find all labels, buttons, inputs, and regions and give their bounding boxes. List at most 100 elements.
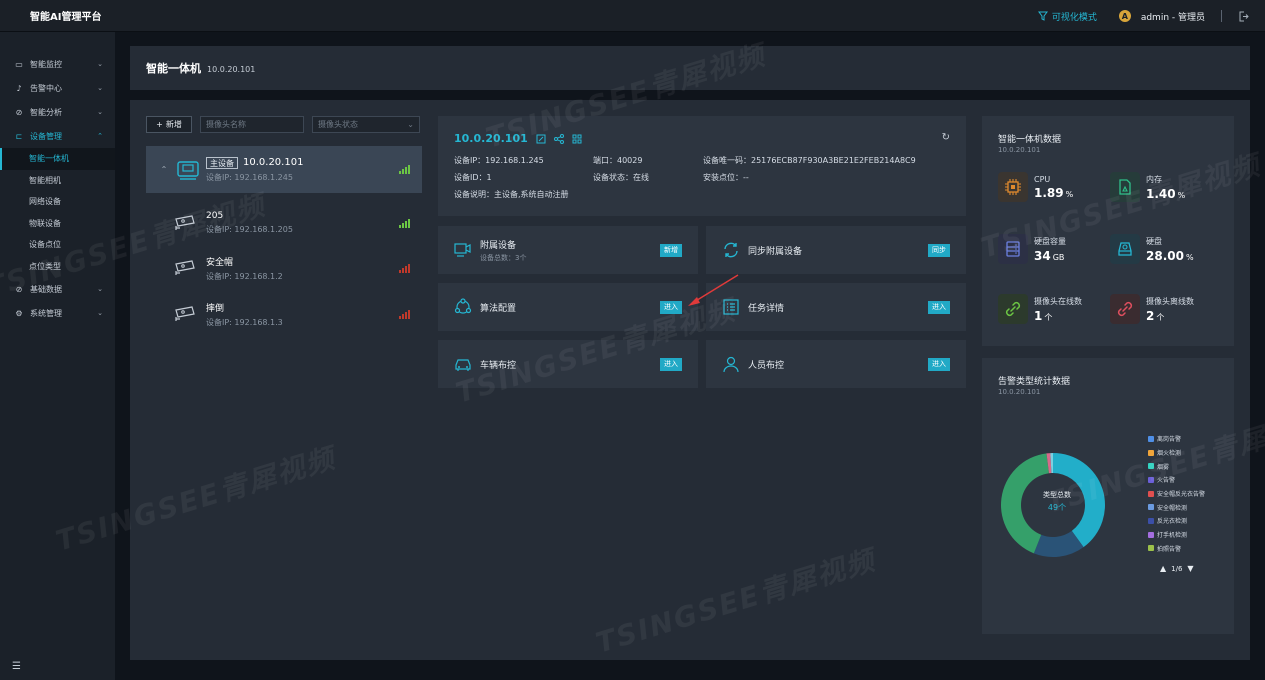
sidebar-subitem-network-device[interactable]: 网络设备 <box>0 191 115 213</box>
legend-item[interactable]: 火告警 <box>1148 473 1205 487</box>
stat-unit: % <box>1065 189 1074 199</box>
disk-icon <box>1110 234 1140 264</box>
algorithm-config-card: 算法配置 进入 <box>438 283 698 331</box>
camera-name: 安全帽 <box>206 257 234 268</box>
camera-name-input[interactable]: 摄像头名称 <box>200 116 304 133</box>
plus-icon: + <box>156 120 163 129</box>
camera-status-select[interactable]: 摄像头状态 ⌄ <box>312 116 420 133</box>
page-title: 智能一体机 <box>146 62 201 75</box>
sync-icon <box>724 242 738 258</box>
card-title: 同步附属设备 <box>748 246 803 257</box>
legend-item[interactable]: 打手机检测 <box>1148 528 1205 542</box>
sidebar-item-label: 基础数据 <box>30 284 62 294</box>
legend-item[interactable]: 反光衣检测 <box>1148 514 1205 528</box>
enter-person-control-button[interactable]: 进入 <box>928 357 950 371</box>
sidebar-item-basic-data[interactable]: ⊘ 基础数据 ⌄ <box>0 277 115 301</box>
camera-name: 205 <box>206 211 224 221</box>
edit-icon[interactable] <box>536 134 546 144</box>
device-id-field: 设备ID：1 <box>454 173 492 182</box>
sidebar-item-analysis[interactable]: ⊘ 智能分析 ⌄ <box>0 100 115 124</box>
stat-unit: 个 <box>1044 312 1053 322</box>
refresh-icon[interactable]: ↻ <box>942 132 950 143</box>
memory-icon <box>1110 172 1140 202</box>
legend-swatch <box>1148 476 1154 483</box>
camera-icon <box>175 260 195 275</box>
legend-item[interactable]: 烟火检测 <box>1148 446 1205 460</box>
car-icon <box>455 359 471 371</box>
legend-item[interactable]: 安全帽反光衣告警 <box>1148 487 1205 501</box>
legend-item[interactable]: 安全帽检测 <box>1148 500 1205 514</box>
stat-value: 1 <box>1034 308 1043 323</box>
page-down-icon[interactable]: ▼ <box>1187 564 1193 573</box>
stat-value: 28.00 <box>1146 248 1184 263</box>
menu-collapse-icon[interactable]: ☰ <box>12 661 21 672</box>
enter-task-details-button[interactable]: 进入 <box>928 300 950 314</box>
card-title: 附属设备 <box>480 240 517 251</box>
add-camera-button[interactable]: + 新增 <box>146 116 192 133</box>
sidebar-subitem-iot-device[interactable]: 物联设备 <box>0 213 115 235</box>
cpu-icon <box>998 172 1028 202</box>
sidebar-item-system-management[interactable]: ⚙ 系统管理 ⌄ <box>0 301 115 325</box>
video-device-icon <box>454 243 471 257</box>
enter-vehicle-control-button[interactable]: 进入 <box>660 357 682 371</box>
chevron-down-icon: ⌄ <box>97 60 103 68</box>
legend-swatch <box>1148 463 1154 470</box>
sidebar-item-label: 智能分析 <box>30 107 62 117</box>
device-tree-root[interactable]: ⌃ 主设备 10.0.20.101 设备IP: 192.168.1.245 <box>146 146 422 193</box>
chevron-up-icon: ⌃ <box>97 132 103 140</box>
legend-item[interactable]: 烟雾 <box>1148 459 1205 473</box>
sync-button[interactable]: 同步 <box>928 243 950 257</box>
card-title: 算法配置 <box>480 303 517 314</box>
sidebar-item-monitoring[interactable]: ▭ 智能监控 ⌄ <box>0 52 115 76</box>
camera-name-placeholder: 摄像头名称 <box>206 120 246 129</box>
link-icon <box>998 294 1028 324</box>
sidebar-subitem-smart-camera[interactable]: 智能相机 <box>0 170 115 192</box>
signal-icon <box>399 165 410 174</box>
device-description-field: 设备说明：主设备,系统自动注册 <box>454 190 569 199</box>
chevron-up-icon[interactable]: ⌃ <box>154 165 174 174</box>
logout-icon[interactable] <box>1238 11 1249 22</box>
stat-disk-capacity: 硬盘容量 34 GB <box>998 234 1066 264</box>
chevron-down-icon: ⌄ <box>97 309 103 317</box>
visualization-mode-button[interactable]: 可视化模式 <box>1037 10 1097 23</box>
legend-swatch <box>1148 435 1154 442</box>
grid-icon[interactable] <box>572 134 582 144</box>
device-stats-card: 智能一体机数据 10.0.20.101 CPU 1.89% 内存 1.40% 硬… <box>982 116 1234 346</box>
camera-list-item[interactable]: 205 设备IP: 192.168.1.205 <box>174 205 422 241</box>
sync-attached-devices-card: 同步附属设备 同步 <box>706 226 966 274</box>
sidebar-item-label: 告警中心 <box>30 83 62 93</box>
donut-center-value: 49个 <box>1047 503 1067 512</box>
camera-ip: 设备IP: 192.168.1.205 <box>206 225 293 234</box>
main-device-tag: 主设备 <box>206 156 238 169</box>
legend-label: 火告警 <box>1157 477 1176 485</box>
device-ip-field: 设备IP：192.168.1.245 <box>454 156 544 165</box>
add-attached-device-button[interactable]: 新增 <box>660 243 682 257</box>
camera-list-item[interactable]: 安全帽 设备IP: 192.168.1.2 <box>174 250 422 286</box>
camera-ip: 设备IP: 192.168.1.2 <box>206 271 283 281</box>
sidebar-subitem-device-location[interactable]: 设备点位 <box>0 234 115 256</box>
stat-label: 内存 <box>1146 174 1162 184</box>
sidebar-subitem-location-type[interactable]: 点位类型 <box>0 256 115 278</box>
stat-label: 硬盘容量 <box>1034 236 1066 246</box>
sidebar-item-device-management[interactable]: ⊏ 设备管理 ⌃ <box>0 124 115 148</box>
sidebar-item-alarm-center[interactable]: ♪ 告警中心 ⌄ <box>0 76 115 100</box>
signal-icon <box>399 263 410 273</box>
filter-icon <box>1037 11 1048 21</box>
page-subtitle: 10.0.20.101 <box>207 64 256 74</box>
legend-item[interactable]: 拍照告警 <box>1148 542 1205 556</box>
page-up-icon[interactable]: ▲ <box>1160 564 1166 573</box>
signal-icon <box>399 309 410 319</box>
stats-title: 智能一体机数据 <box>998 135 1062 145</box>
avatar[interactable]: A <box>1118 10 1131 22</box>
legend-swatch <box>1148 545 1154 552</box>
card-title: 任务详情 <box>748 303 785 314</box>
enter-algorithm-config-button[interactable]: 进入 <box>660 300 682 314</box>
stat-value: 1.40 <box>1146 186 1176 201</box>
ai-box-device-icon <box>177 160 199 180</box>
sidebar-subitem-ai-box[interactable]: 智能一体机 <box>0 148 115 170</box>
user-name[interactable]: admin - 管理员 <box>1141 10 1205 23</box>
share-icon[interactable] <box>553 133 564 144</box>
camera-list-item[interactable]: 摔倒 设备IP: 192.168.1.3 <box>174 296 422 332</box>
algorithm-network-icon <box>454 298 472 314</box>
legend-item[interactable]: 离岗告警 <box>1148 432 1205 446</box>
